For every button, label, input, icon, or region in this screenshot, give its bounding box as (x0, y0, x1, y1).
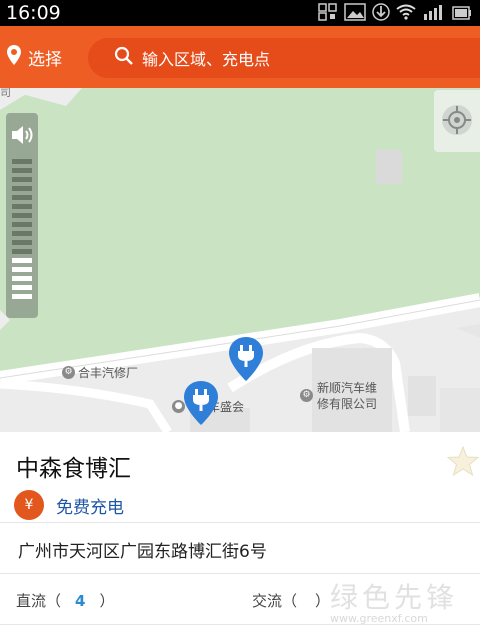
download-icon (372, 3, 390, 25)
fee-info: ¥ 免费充电 (14, 490, 124, 520)
map-edge-text: 司 (0, 88, 11, 99)
wifi-icon (396, 4, 416, 24)
image-icon (344, 3, 366, 25)
station-info-panel[interactable]: 中森食博汇 ¥ 免费充电 广州市天河区广园东路博汇街6号 直流（ 4） 交流（） … (0, 432, 480, 638)
station-address: 广州市天河区广园东路博汇街6号 (18, 542, 267, 562)
fee-label: 免费充电 (56, 497, 124, 518)
wrench-icon: ⚙ (62, 366, 75, 379)
app-header: 选择 输入区域、充电点 (0, 26, 480, 88)
watermark-url: www.greenxf.com (330, 612, 428, 625)
status-bar: 16:09 (0, 0, 480, 26)
volume-slider[interactable] (6, 113, 38, 318)
qr-icon (318, 3, 338, 25)
divider (0, 522, 480, 523)
speaker-icon (10, 123, 36, 151)
favorite-star-icon[interactable] (446, 444, 480, 478)
crosshair-icon (439, 102, 475, 142)
station-name: 中森食博汇 (16, 456, 131, 482)
my-location-button[interactable] (434, 90, 480, 152)
map-poi[interactable]: ⚙ 新顺汽车维 修有限公司 (300, 380, 377, 412)
signal-icon (422, 3, 446, 25)
location-pin-icon (6, 44, 22, 71)
volume-level-bars (12, 159, 32, 303)
ac-charger-count: 交流（） (252, 592, 331, 610)
search-placeholder: 输入区域、充电点 (142, 50, 271, 69)
battery-icon (452, 5, 472, 24)
watermark: 绿色先锋 (330, 581, 459, 614)
wrench-icon: ⚙ (300, 389, 313, 402)
map-poi[interactable]: ⚙ 合丰汽修厂 (62, 364, 138, 381)
dc-count-value: 4 (75, 592, 86, 610)
status-icons (318, 3, 472, 25)
dc-charger-count: 直流（ 4） (16, 592, 115, 610)
charging-station-marker[interactable] (183, 380, 219, 426)
map-view[interactable]: 司 ⚙ 合丰汽修厂 ● 车盛会 ⚙ 新顺汽车维 修有限公司 (0, 88, 480, 432)
status-time: 16:09 (6, 2, 61, 24)
plug-icon (184, 381, 218, 425)
search-input[interactable]: 输入区域、充电点 (88, 38, 480, 78)
plug-icon (229, 337, 263, 381)
charging-station-marker[interactable] (228, 336, 264, 382)
location-select-button[interactable]: 选择 (6, 41, 62, 73)
divider (0, 573, 480, 574)
location-select-label: 选择 (28, 49, 62, 70)
search-icon (114, 46, 134, 70)
yen-icon: ¥ (14, 490, 44, 520)
